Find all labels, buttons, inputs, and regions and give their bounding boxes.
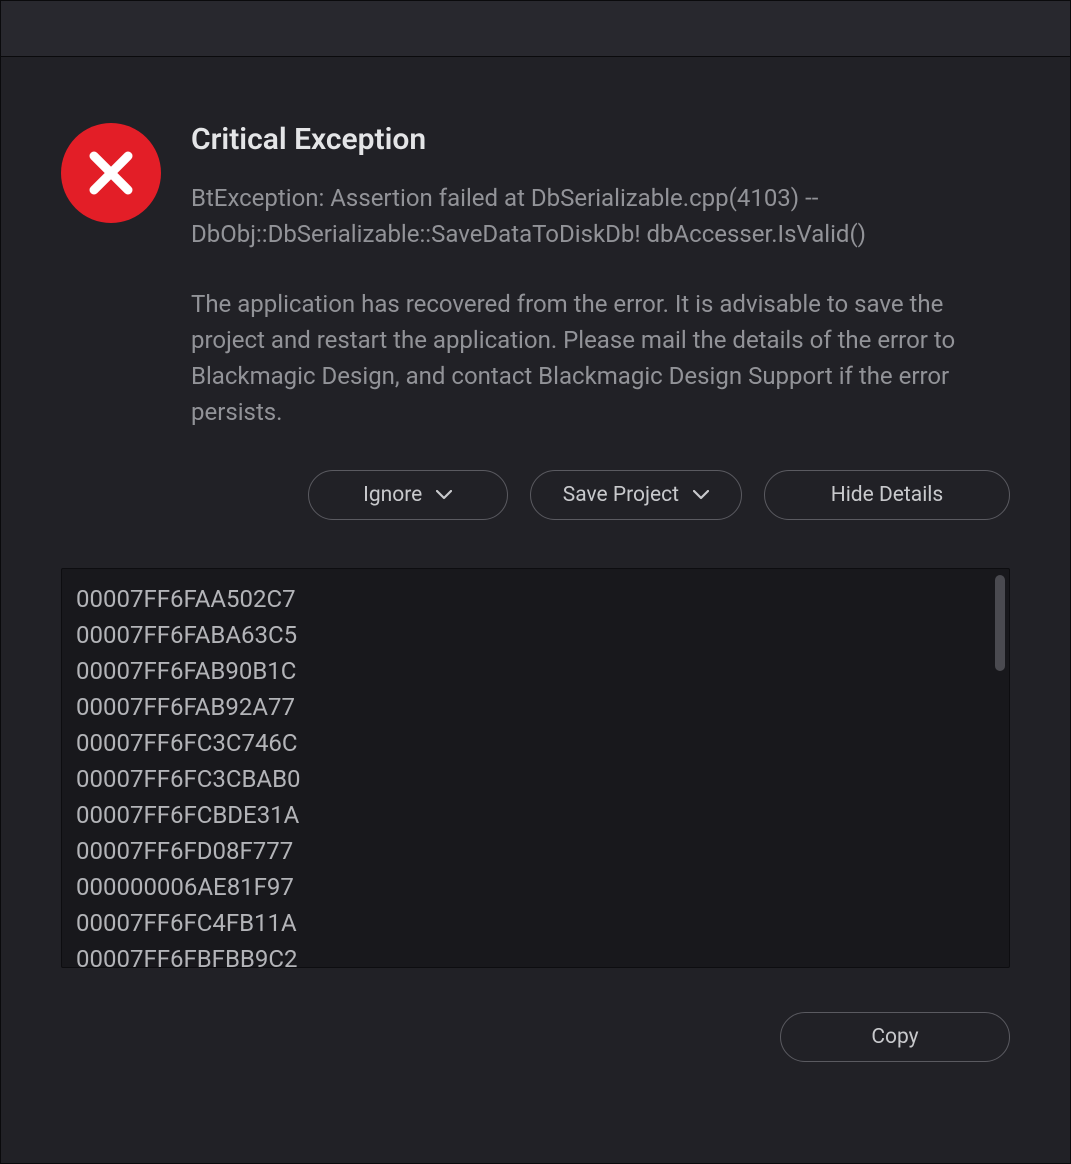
details-panel[interactable]: 00007FF6FAA502C7 00007FF6FABA63C5 00007F… [61, 568, 1010, 968]
dialog-title: Critical Exception [191, 117, 1010, 162]
ignore-button[interactable]: Ignore [308, 470, 508, 520]
error-dialog: Critical Exception BtException: Assertio… [0, 0, 1071, 1164]
stack-trace-text: 00007FF6FAA502C7 00007FF6FABA63C5 00007F… [76, 581, 995, 968]
error-icon [61, 123, 161, 223]
hide-details-button[interactable]: Hide Details [764, 470, 1010, 520]
header-row: Critical Exception BtException: Assertio… [61, 117, 1010, 430]
exception-message: BtException: Assertion failed at DbSeria… [191, 180, 1010, 252]
action-button-row: Ignore Save Project Hide Details [61, 470, 1010, 520]
scrollbar-thumb[interactable] [995, 575, 1005, 671]
save-project-label: Save Project [563, 483, 679, 507]
hide-details-label: Hide Details [831, 483, 944, 507]
footer-row: Copy [61, 1012, 1010, 1062]
titlebar[interactable] [1, 1, 1070, 57]
copy-button[interactable]: Copy [780, 1012, 1010, 1062]
dialog-content: Critical Exception BtException: Assertio… [1, 57, 1070, 1163]
close-x-icon [88, 150, 134, 196]
chevron-down-icon [436, 490, 452, 500]
ignore-label: Ignore [363, 483, 422, 507]
message-block: Critical Exception BtException: Assertio… [191, 117, 1010, 430]
advice-message: The application has recovered from the e… [191, 286, 1010, 430]
save-project-button[interactable]: Save Project [530, 470, 742, 520]
chevron-down-icon [693, 490, 709, 500]
